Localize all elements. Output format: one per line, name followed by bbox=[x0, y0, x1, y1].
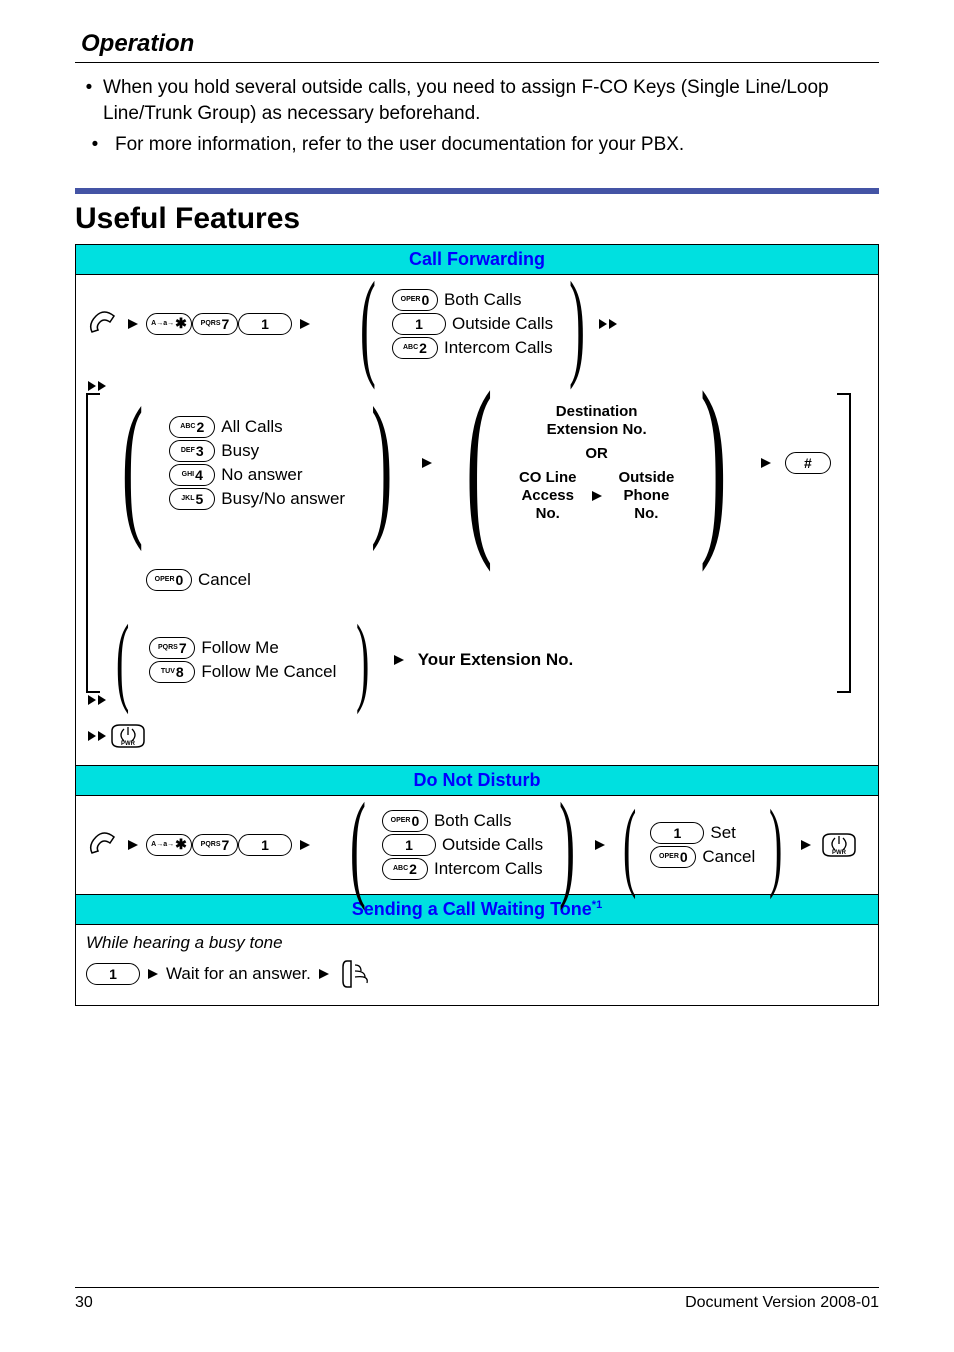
list-item: •When you hold several outside calls, yo… bbox=[75, 75, 879, 126]
arrow-icon bbox=[420, 456, 434, 470]
your-ext-label: Your Extension No. bbox=[418, 650, 574, 670]
context-label: While hearing a busy tone bbox=[86, 933, 868, 953]
key-0: OPER0 bbox=[650, 846, 696, 868]
list-item-text: For more information, refer to the user … bbox=[115, 132, 684, 158]
arrow-icon bbox=[298, 838, 312, 852]
key-7: PQRS7 bbox=[192, 834, 238, 856]
arrow-icon bbox=[317, 967, 331, 981]
key-2: ABC2 bbox=[382, 858, 428, 880]
opt-label: Outside Calls bbox=[452, 314, 553, 334]
call-type-options: OPER0 Both Calls 1 Outside Calls ABC2 Inter… bbox=[392, 289, 553, 359]
useful-features-heading: Useful Features bbox=[75, 202, 879, 236]
key-5: JKL5 bbox=[169, 488, 215, 510]
key-4: GHI4 bbox=[169, 464, 215, 486]
page-section-title: Operation bbox=[75, 30, 879, 58]
double-arrow-icon bbox=[597, 317, 619, 331]
arrow-icon bbox=[298, 317, 312, 331]
power-key-icon: PWR bbox=[108, 721, 148, 751]
key-0: OPER0 bbox=[382, 810, 428, 832]
double-arrow-icon bbox=[86, 379, 108, 393]
arrow-icon bbox=[392, 653, 406, 667]
opt-label: Cancel bbox=[702, 847, 755, 867]
title-rule bbox=[75, 62, 879, 63]
key-1: 1 bbox=[650, 822, 704, 844]
arrow-icon bbox=[593, 838, 607, 852]
footnote-ref: *1 bbox=[592, 899, 602, 911]
key-1: 1 bbox=[238, 834, 292, 856]
page-number: 30 bbox=[75, 1294, 93, 1312]
key-1: 1 bbox=[392, 313, 446, 335]
left-bracket-icon bbox=[86, 393, 100, 693]
dnd-calltype-options: OPER0 Both Calls 1 Outside Calls ABC2 Inter… bbox=[382, 810, 543, 880]
svg-text:PWR: PWR bbox=[121, 741, 136, 747]
key-0: OPER0 bbox=[146, 569, 192, 591]
key-2: ABC2 bbox=[169, 416, 215, 438]
key-0: OPER0 bbox=[392, 289, 438, 311]
arrow-icon bbox=[590, 489, 604, 503]
section-divider bbox=[75, 188, 879, 194]
opt-label: No answer bbox=[221, 465, 302, 485]
key-7: PQRS7 bbox=[192, 313, 238, 335]
arrow-icon bbox=[799, 838, 813, 852]
list-item: •For more information, refer to the user… bbox=[75, 132, 879, 158]
key-8: TUV8 bbox=[149, 661, 195, 683]
key-7: PQRS7 bbox=[149, 637, 195, 659]
opt-label: Intercom Calls bbox=[444, 338, 553, 358]
opt-label: Both Calls bbox=[444, 290, 521, 310]
condition-options: ABC2 All Calls DEF3 Busy GHI4 No answer JKL… bbox=[169, 416, 345, 510]
opt-label: Outside Calls bbox=[442, 835, 543, 855]
dnd-action-options: 1 Set OPER0 Cancel bbox=[650, 822, 755, 868]
double-arrow-icon bbox=[86, 729, 108, 743]
dnd-body: A→a→✱ PQRS7 1 ( OPER0Both Calls 1Outside… bbox=[76, 796, 878, 894]
feature-box: Call Forwarding A→a→✱ PQRS7 1 ( OPER0Bot… bbox=[75, 244, 879, 1006]
arrow-icon bbox=[126, 838, 140, 852]
key-1: 1 bbox=[86, 963, 140, 985]
arrow-icon bbox=[146, 967, 160, 981]
double-arrow-icon bbox=[86, 693, 108, 707]
key-star: A→a→✱ bbox=[146, 313, 192, 335]
arrow-icon bbox=[759, 456, 773, 470]
opt-label: Busy/No answer bbox=[221, 489, 345, 509]
page-footer: 30 Document Version 2008-01 bbox=[75, 1287, 879, 1312]
notes-list: •When you hold several outside calls, yo… bbox=[75, 75, 879, 158]
offhook-icon bbox=[86, 831, 120, 859]
wait-label: Wait for an answer. bbox=[166, 964, 311, 984]
talk-icon bbox=[337, 957, 371, 991]
call-forwarding-header: Call Forwarding bbox=[76, 245, 878, 275]
opt-label: Set bbox=[710, 823, 736, 843]
key-1: 1 bbox=[238, 313, 292, 335]
opt-label: Both Calls bbox=[434, 811, 511, 831]
dnd-header: Do Not Disturb bbox=[76, 765, 878, 796]
or-label: OR bbox=[585, 445, 608, 463]
call-forwarding-body: A→a→✱ PQRS7 1 ( OPER0Both Calls 1Outside… bbox=[76, 275, 878, 765]
power-key-icon: PWR bbox=[819, 830, 859, 860]
opt-label: Busy bbox=[221, 441, 259, 461]
list-item-text: When you hold several outside calls, you… bbox=[103, 75, 879, 126]
doc-version: Document Version 2008-01 bbox=[685, 1294, 879, 1312]
call-waiting-body: While hearing a busy tone 1 Wait for an … bbox=[76, 925, 878, 1005]
key-2: ABC2 bbox=[392, 337, 438, 359]
destination-heading: Destination Extension No. bbox=[547, 403, 647, 439]
opt-label: Follow Me bbox=[201, 638, 278, 658]
followme-options: PQRS7 Follow Me TUV8 Follow Me Cancel bbox=[149, 637, 336, 683]
arrow-icon bbox=[126, 317, 140, 331]
opt-label: Cancel bbox=[198, 570, 251, 590]
key-star: A→a→✱ bbox=[146, 834, 192, 856]
call-waiting-header: Sending a Call Waiting Tone*1 bbox=[76, 894, 878, 925]
key-hash: # bbox=[785, 452, 831, 474]
opt-label: All Calls bbox=[221, 417, 282, 437]
opt-label: Intercom Calls bbox=[434, 859, 543, 879]
svg-text:PWR: PWR bbox=[832, 850, 847, 856]
key-3: DEF3 bbox=[169, 440, 215, 462]
opt-label: Follow Me Cancel bbox=[201, 662, 336, 682]
outside-phone-label: Outside Phone No. bbox=[618, 469, 674, 523]
offhook-icon bbox=[86, 310, 120, 338]
right-bracket-icon bbox=[837, 393, 851, 693]
key-1: 1 bbox=[382, 834, 436, 856]
co-line-label: CO Line Access No. bbox=[519, 469, 577, 523]
